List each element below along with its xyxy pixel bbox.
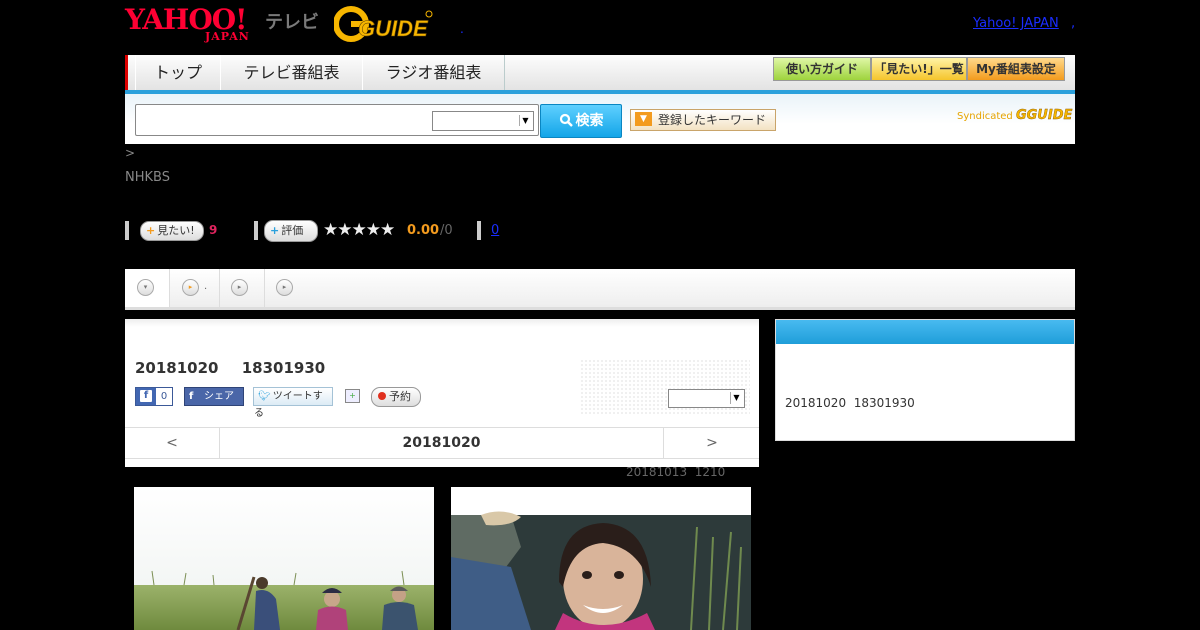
- want-to-watch-label: 見たい!: [157, 224, 195, 237]
- facebook-like-button[interactable]: f 0: [135, 387, 173, 406]
- facebook-icon: f: [140, 390, 152, 402]
- facebook-like-count: 0: [156, 388, 172, 405]
- search-bar: ▼ 検索 ▼ 登録したキーワード Syndicated GGUIDE: [125, 94, 1075, 144]
- program-photo[interactable]: [134, 487, 434, 630]
- program-select[interactable]: ▼: [668, 389, 745, 408]
- rating-stars-icon: ★★★★★: [323, 220, 395, 240]
- side-air-date: 20181020: [785, 396, 847, 410]
- twitter-bird-icon: 🐦︎: [258, 391, 271, 402]
- tab-second[interactable]: ▸ .: [170, 269, 220, 307]
- rating-count: /0: [440, 223, 453, 238]
- syndicated-label: Syndicated: [957, 111, 1013, 122]
- plus-icon: +: [270, 224, 280, 237]
- nav-tab-radio-listings[interactable]: ラジオ番組表: [362, 55, 505, 90]
- tv-logo-text[interactable]: テレビ: [265, 8, 319, 34]
- facebook-share-button[interactable]: f シェア: [184, 387, 244, 406]
- want-list-button[interactable]: 「見たい!」一覧: [871, 57, 967, 81]
- chevron-down-icon: ▼: [519, 115, 531, 126]
- review-count-link[interactable]: 0: [491, 223, 499, 238]
- tab-program-info[interactable]: ▾: [125, 269, 170, 307]
- rate-button[interactable]: + 評価: [264, 220, 318, 242]
- facebook-icon: f: [189, 391, 194, 402]
- header-separator: .: [460, 22, 464, 36]
- side-info-box: 20181020 18301930: [775, 319, 1075, 441]
- yahoo-japan-subtext: JAPAN: [205, 30, 250, 43]
- play-icon: ▸: [182, 279, 199, 296]
- date-navigation: < 20181020 >: [125, 427, 759, 459]
- tab-fourth[interactable]: ▸: [265, 269, 309, 307]
- nav-tab-tv-listings[interactable]: テレビ番組表: [220, 55, 363, 90]
- saved-keywords-button[interactable]: ▼ 登録したキーワード: [630, 109, 776, 131]
- program-detail-card: 20181020 18301930 f 0 f シェア 🐦︎ ツイートする + 予約…: [125, 319, 759, 467]
- search-button-label: 検索: [575, 113, 604, 129]
- side-box-header: [776, 320, 1074, 344]
- gguide-logo[interactable]: GUIDE: [333, 6, 434, 42]
- syndicated-gguide-logo: Syndicated GGUIDE: [957, 108, 1073, 123]
- main-nav-bar: トップ テレビ番組表 ラジオ番組表 使い方ガイド 「見たい!」一覧 My番組表設…: [125, 55, 1075, 94]
- saved-keywords-label: 登録したキーワード: [658, 113, 767, 127]
- chevron-down-icon: ▾: [137, 279, 154, 296]
- program-tab-strip: ▾ ▸ . ▸ ▸: [125, 269, 1075, 310]
- air-date: 20181020: [135, 359, 219, 377]
- card-header-stripe: [125, 319, 759, 327]
- nav-accent: [125, 55, 128, 90]
- reserve-recording-button[interactable]: 予約: [371, 387, 421, 407]
- chevron-down-icon: ▼: [730, 392, 742, 404]
- syndicated-g-icon: G: [1015, 108, 1027, 123]
- last-updated: 20181013 1210: [626, 465, 725, 479]
- add-calendar-icon[interactable]: +: [345, 389, 360, 403]
- side-air-datetime: 20181020 18301930: [785, 396, 915, 410]
- program-photo[interactable]: [451, 487, 751, 630]
- channel-name: NHKBS: [125, 170, 170, 185]
- next-date-button[interactable]: >: [663, 428, 760, 458]
- divider: [477, 221, 481, 240]
- tab-second-label: .: [204, 281, 208, 292]
- yahoo-japan-link[interactable]: Yahoo! JAPAN: [973, 16, 1059, 31]
- breadcrumb[interactable]: >: [125, 146, 135, 160]
- caret-down-icon: ▼: [635, 112, 652, 126]
- program-photo-image: [451, 487, 751, 630]
- tweet-button[interactable]: 🐦︎ ツイートする: [253, 387, 333, 419]
- nav-tab-top[interactable]: トップ: [135, 55, 221, 90]
- record-dot-icon: [378, 392, 386, 400]
- yahoo-japan-logo[interactable]: YAHOO! JAPAN: [125, 5, 262, 44]
- side-air-time: 18301930: [853, 396, 915, 410]
- play-icon: ▸: [231, 279, 248, 296]
- want-to-watch-button[interactable]: + 見たい!: [140, 221, 204, 241]
- gguide-logo-icon: GUIDE: [333, 6, 433, 42]
- svg-text:GUIDE: GUIDE: [358, 16, 429, 41]
- air-datetime: 20181020 18301930: [135, 359, 343, 377]
- search-icon: [559, 113, 573, 127]
- previous-date-button[interactable]: <: [125, 428, 220, 458]
- rating-value: 0.00: [407, 223, 440, 238]
- rate-label: 評価: [281, 224, 304, 237]
- header-link-separator: ,: [1071, 16, 1076, 31]
- plus-icon: +: [146, 224, 156, 237]
- air-time: 18301930: [241, 359, 326, 377]
- updated-time: 1210: [694, 465, 726, 479]
- search-button[interactable]: 検索: [540, 104, 622, 138]
- divider: [254, 221, 258, 240]
- reserve-label: 予約: [389, 390, 411, 403]
- facebook-share-label: シェア: [204, 391, 234, 402]
- search-category-select[interactable]: ▼: [432, 111, 534, 131]
- updated-date: 20181013: [626, 465, 688, 479]
- program-photo-image: [134, 487, 434, 630]
- tab-third[interactable]: ▸: [220, 269, 265, 307]
- syndicated-brand: GUIDE: [1026, 108, 1073, 123]
- play-icon: ▸: [276, 279, 293, 296]
- want-count: 9: [209, 223, 218, 237]
- my-listings-settings-button[interactable]: My番組表設定: [967, 57, 1065, 81]
- usage-guide-button[interactable]: 使い方ガイド: [773, 57, 871, 81]
- divider: [125, 221, 129, 240]
- current-date: 20181020: [402, 435, 481, 451]
